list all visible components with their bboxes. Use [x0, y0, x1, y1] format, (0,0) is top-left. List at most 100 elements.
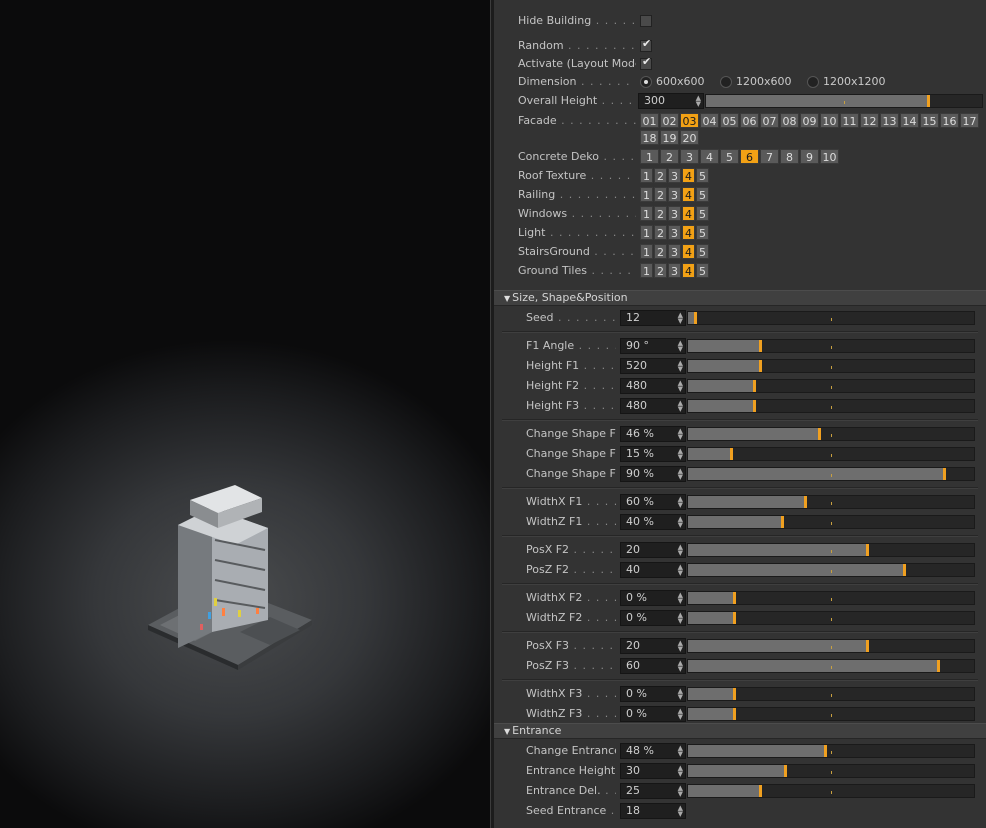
spinner-arrows-icon[interactable]: ▲ ▼: [678, 448, 683, 461]
option-button-2[interactable]: 2: [654, 263, 667, 278]
slider-handle[interactable]: [943, 468, 946, 480]
option-button-3[interactable]: 3: [668, 187, 681, 202]
option-button-3[interactable]: 3: [668, 206, 681, 221]
section-size-shape-position[interactable]: ▼ Size, Shape&Position: [494, 290, 986, 306]
slider-handle[interactable]: [824, 745, 827, 757]
option-button-2[interactable]: 2: [654, 168, 667, 183]
option-button-2[interactable]: 2: [654, 244, 667, 259]
spinner-arrows-icon[interactable]: ▲ ▼: [678, 640, 683, 653]
slider-handle[interactable]: [733, 612, 736, 624]
spinner-arrows-icon[interactable]: ▲ ▼: [678, 360, 683, 373]
slider-handle[interactable]: [733, 688, 736, 700]
option-button-6[interactable]: 6: [740, 149, 759, 164]
option-button-4[interactable]: 4: [682, 206, 695, 221]
option-button-5[interactable]: 5: [696, 187, 709, 202]
option-button-20[interactable]: 20: [680, 130, 699, 145]
radio-1200x1200[interactable]: [807, 76, 820, 88]
option-button-19[interactable]: 19: [660, 130, 679, 145]
slider-handle[interactable]: [818, 428, 821, 440]
spinner-arrows-icon[interactable]: ▲ ▼: [678, 496, 683, 509]
option-button-8[interactable]: 8: [780, 149, 799, 164]
param-input[interactable]: 46 % ▲ ▼: [620, 426, 686, 442]
activate-checkbox[interactable]: ✔: [640, 55, 652, 70]
spinner-arrows-icon[interactable]: ▲ ▼: [678, 708, 683, 721]
slider-handle[interactable]: [866, 544, 869, 556]
option-button-5[interactable]: 5: [696, 206, 709, 221]
spinner-arrows-icon[interactable]: ▲ ▼: [678, 660, 683, 673]
overall-height-slider[interactable]: [705, 94, 983, 108]
option-button-4[interactable]: 4: [682, 263, 695, 278]
param-input[interactable]: 18 ▲ ▼: [620, 803, 686, 819]
param-slider[interactable]: [687, 379, 975, 393]
slider-handle[interactable]: [753, 400, 756, 412]
param-slider[interactable]: [687, 659, 975, 673]
param-input[interactable]: 25 ▲ ▼: [620, 783, 686, 799]
option-button-3[interactable]: 3: [668, 244, 681, 259]
option-button-11[interactable]: 11: [840, 113, 859, 128]
param-slider[interactable]: [687, 687, 975, 701]
param-slider[interactable]: [687, 359, 975, 373]
spinner-arrows-icon[interactable]: ▲ ▼: [678, 516, 683, 529]
spinner-arrows-icon[interactable]: ▲ ▼: [678, 468, 683, 481]
option-button-04[interactable]: 04: [700, 113, 719, 128]
option-button-4[interactable]: 4: [682, 187, 695, 202]
option-button-5[interactable]: 5: [696, 168, 709, 183]
spinner-arrows-icon[interactable]: ▲ ▼: [678, 340, 683, 353]
option-button-09[interactable]: 09: [800, 113, 819, 128]
option-button-17[interactable]: 17: [960, 113, 979, 128]
param-slider[interactable]: [687, 591, 975, 605]
param-slider[interactable]: [687, 427, 975, 441]
slider-handle[interactable]: [781, 516, 784, 528]
option-button-2[interactable]: 2: [654, 225, 667, 240]
slider-handle[interactable]: [937, 660, 940, 672]
slider-handle[interactable]: [804, 496, 807, 508]
radio-600x600[interactable]: [640, 76, 652, 88]
slider-handle[interactable]: [759, 360, 762, 372]
slider-handle[interactable]: [733, 708, 736, 720]
radio-600x600-label[interactable]: 600x600: [656, 75, 705, 88]
option-button-1[interactable]: 1: [640, 244, 653, 259]
param-slider[interactable]: [687, 339, 975, 353]
option-button-07[interactable]: 07: [760, 113, 779, 128]
param-slider[interactable]: [687, 495, 975, 509]
option-button-4[interactable]: 4: [700, 149, 719, 164]
option-button-3[interactable]: 3: [668, 225, 681, 240]
param-input[interactable]: 60 % ▲ ▼: [620, 494, 686, 510]
option-button-3[interactable]: 3: [668, 263, 681, 278]
option-button-15[interactable]: 15: [920, 113, 939, 128]
option-button-7[interactable]: 7: [760, 149, 779, 164]
option-button-05[interactable]: 05: [720, 113, 739, 128]
spinner-arrows-icon[interactable]: ▲ ▼: [678, 428, 683, 441]
param-input[interactable]: 20 ▲ ▼: [620, 638, 686, 654]
option-button-3[interactable]: 3: [680, 149, 699, 164]
spinner-arrows-icon[interactable]: ▲ ▼: [678, 312, 683, 325]
option-button-1[interactable]: 1: [640, 168, 653, 183]
triangle-down-icon[interactable]: ▼: [504, 725, 510, 739]
param-slider[interactable]: [687, 563, 975, 577]
option-button-3[interactable]: 3: [668, 168, 681, 183]
option-button-08[interactable]: 08: [780, 113, 799, 128]
param-input[interactable]: 0 % ▲ ▼: [620, 706, 686, 722]
param-slider[interactable]: [687, 744, 975, 758]
param-input[interactable]: 0 % ▲ ▼: [620, 610, 686, 626]
option-button-18[interactable]: 18: [640, 130, 659, 145]
param-slider[interactable]: [687, 543, 975, 557]
option-button-2[interactable]: 2: [654, 187, 667, 202]
option-button-4[interactable]: 4: [682, 225, 695, 240]
radio-1200x600-label[interactable]: 1200x600: [736, 75, 792, 88]
param-input[interactable]: 15 % ▲ ▼: [620, 446, 686, 462]
spinner-arrows-icon[interactable]: ▲ ▼: [678, 765, 683, 778]
option-button-2[interactable]: 2: [654, 206, 667, 221]
section-entrance[interactable]: ▼ Entrance: [494, 723, 986, 739]
option-button-1[interactable]: 1: [640, 187, 653, 202]
option-button-5[interactable]: 5: [720, 149, 739, 164]
3d-viewport[interactable]: [0, 0, 490, 828]
param-slider[interactable]: [687, 764, 975, 778]
option-button-10[interactable]: 10: [820, 113, 839, 128]
param-input[interactable]: 90 ° ▲ ▼: [620, 338, 686, 354]
option-button-01[interactable]: 01: [640, 113, 659, 128]
param-slider[interactable]: [687, 467, 975, 481]
option-button-1[interactable]: 1: [640, 149, 659, 164]
radio-1200x1200-label[interactable]: 1200x1200: [823, 75, 886, 88]
spinner-arrows-icon[interactable]: ▲ ▼: [678, 592, 683, 605]
